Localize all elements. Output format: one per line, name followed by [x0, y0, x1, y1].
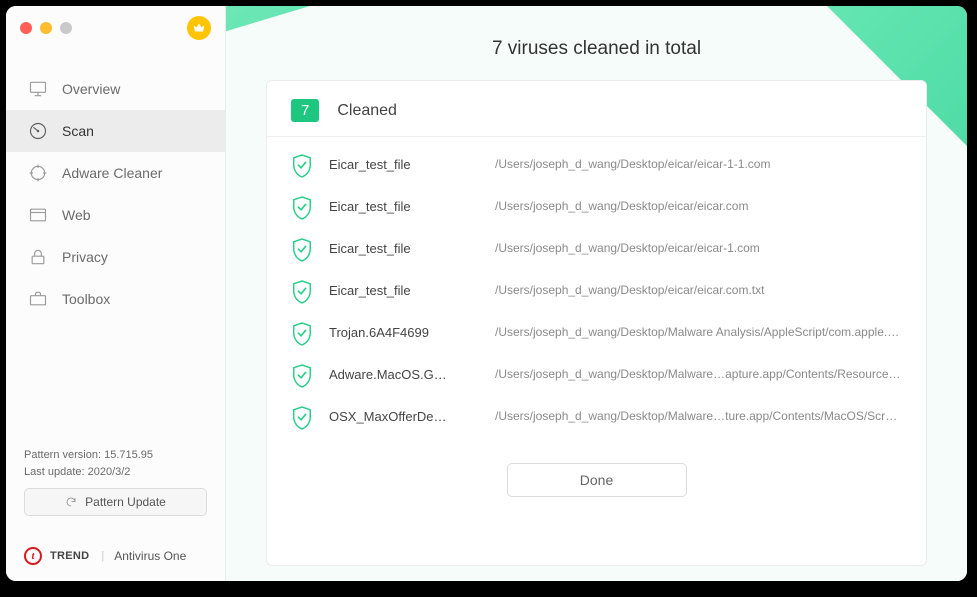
sidebar-item-privacy[interactable]: Privacy: [6, 236, 225, 278]
minimize-button[interactable]: [40, 22, 52, 34]
pattern-update-button[interactable]: Pattern Update: [24, 488, 207, 516]
result-row[interactable]: Trojan.6A4F4699/Users/joseph_d_wang/Desk…: [291, 311, 902, 353]
threat-name: Eicar_test_file: [329, 241, 479, 256]
window-controls: [20, 22, 72, 34]
threat-name: Eicar_test_file: [329, 283, 479, 298]
threat-path: /Users/joseph_d_wang/Desktop/eicar/eicar…: [495, 157, 902, 171]
result-row[interactable]: Eicar_test_file/Users/joseph_d_wang/Desk…: [291, 185, 902, 227]
sidebar-item-label: Web: [62, 207, 91, 223]
result-row[interactable]: Adware.MacOS.G… /Users/joseph_d_wang/Desk…: [291, 353, 902, 395]
shield-check-icon: [291, 321, 313, 343]
threat-name: OSX_MaxOfferDe…: [329, 409, 479, 424]
shield-check-icon: [291, 153, 313, 175]
shield-check-icon: [291, 195, 313, 217]
result-row[interactable]: OSX_MaxOfferDe… /Users/joseph_d_wang/Desk…: [291, 395, 902, 437]
monitor-icon: [28, 79, 48, 99]
threat-path: /Users/joseph_d_wang/Desktop/eicar/eicar…: [495, 241, 902, 255]
threat-name: Adware.MacOS.G…: [329, 367, 479, 382]
result-row[interactable]: Eicar_test_file/Users/joseph_d_wang/Desk…: [291, 227, 902, 269]
threat-name: Eicar_test_file: [329, 157, 479, 172]
result-row[interactable]: Eicar_test_file/Users/joseph_d_wang/Desk…: [291, 269, 902, 311]
shield-check-icon: [291, 363, 313, 385]
pattern-version-text: Pattern version: 15.715.95: [24, 447, 207, 464]
count-badge: 7: [291, 99, 319, 122]
app-window: Overview Scan Adware Cleaner Web: [6, 6, 967, 581]
brand-text: TREND: [50, 550, 89, 562]
titlebar: [6, 6, 225, 50]
pattern-update-label: Pattern Update: [85, 495, 166, 509]
sidebar-item-web[interactable]: Web: [6, 194, 225, 236]
target-icon: [28, 163, 48, 183]
refresh-icon: [65, 496, 77, 508]
browser-icon: [28, 205, 48, 225]
sidebar-item-label: Adware Cleaner: [62, 165, 162, 181]
pattern-info: Pattern version: 15.715.95 Last update: …: [24, 447, 207, 480]
sidebar-item-adware-cleaner[interactable]: Adware Cleaner: [6, 152, 225, 194]
threat-path: /Users/joseph_d_wang/Desktop/Malware…tur…: [495, 409, 902, 423]
threat-path: /Users/joseph_d_wang/Desktop/eicar/eicar…: [495, 283, 902, 297]
sidebar-nav: Overview Scan Adware Cleaner Web: [6, 50, 225, 320]
sidebar-item-label: Toolbox: [62, 291, 110, 307]
threat-path: /Users/joseph_d_wang/Desktop/Malware…apt…: [495, 367, 902, 381]
trend-micro-logo-icon: [24, 547, 42, 565]
briefcase-icon: [28, 289, 48, 309]
sidebar-item-label: Overview: [62, 81, 120, 97]
sidebar-item-label: Scan: [62, 123, 94, 139]
maximize-button[interactable]: [60, 22, 72, 34]
sidebar-item-scan[interactable]: Scan: [6, 110, 225, 152]
lock-icon: [28, 247, 48, 267]
last-update-text: Last update: 2020/3/2: [24, 464, 207, 481]
brand-separator: |: [101, 550, 104, 562]
main-content: 7 viruses cleaned in total 7 Cleaned Eic…: [226, 6, 967, 581]
sidebar-footer: Pattern version: 15.715.95 Last update: …: [6, 447, 225, 581]
sidebar-item-label: Privacy: [62, 249, 108, 265]
close-button[interactable]: [20, 22, 32, 34]
brand-row: TREND | Antivirus One: [24, 536, 207, 565]
results-list: Eicar_test_file/Users/joseph_d_wang/Desk…: [267, 137, 926, 437]
sidebar: Overview Scan Adware Cleaner Web: [6, 6, 226, 581]
shield-check-icon: [291, 237, 313, 259]
results-card: 7 Cleaned Eicar_test_file/Users/joseph_d…: [266, 80, 927, 566]
page-title: 7 viruses cleaned in total: [226, 6, 967, 80]
threat-path: /Users/joseph_d_wang/Desktop/eicar/eicar…: [495, 199, 902, 213]
card-header: 7 Cleaned: [267, 81, 926, 137]
card-status-label: Cleaned: [337, 102, 397, 120]
done-button[interactable]: Done: [507, 463, 687, 497]
premium-badge-icon[interactable]: [187, 16, 211, 40]
sidebar-item-overview[interactable]: Overview: [6, 68, 225, 110]
result-row[interactable]: Eicar_test_file/Users/joseph_d_wang/Desk…: [291, 143, 902, 185]
threat-name: Eicar_test_file: [329, 199, 479, 214]
shield-check-icon: [291, 279, 313, 301]
threat-name: Trojan.6A4F4699: [329, 325, 479, 340]
sidebar-item-toolbox[interactable]: Toolbox: [6, 278, 225, 320]
threat-path: /Users/joseph_d_wang/Desktop/Malware Ana…: [495, 325, 902, 339]
product-name: Antivirus One: [114, 549, 186, 563]
gauge-icon: [28, 121, 48, 141]
shield-check-icon: [291, 405, 313, 427]
